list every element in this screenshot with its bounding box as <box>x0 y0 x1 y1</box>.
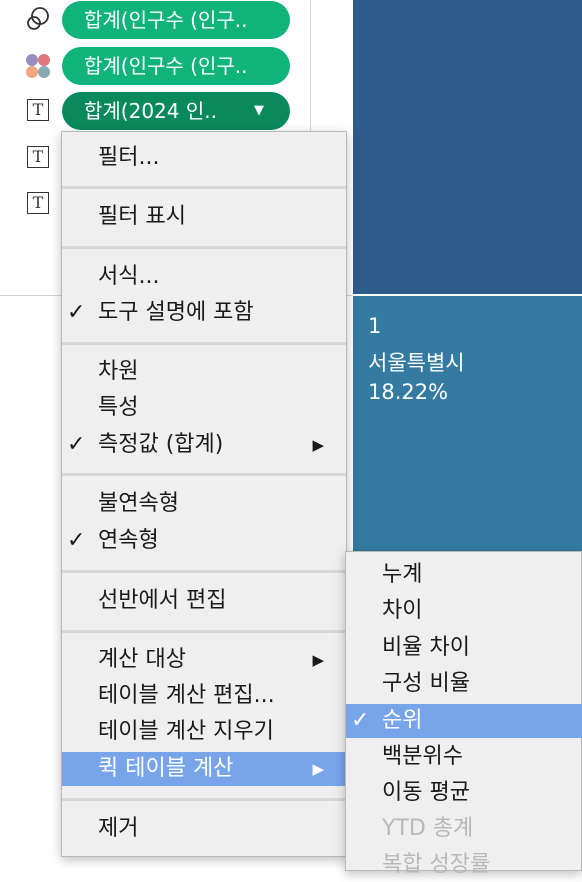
submenu-arrow-icon: ▶ <box>312 651 324 669</box>
submenu-arrow-icon: ▶ <box>312 436 324 454</box>
submenu-item-ytd-total: YTD 총계 <box>382 816 474 841</box>
submenu-arrow-icon: ▶ <box>312 760 324 778</box>
menu-separator <box>62 798 346 801</box>
submenu-item-running-total[interactable]: 누계 <box>346 558 582 592</box>
menu-item-attribute[interactable]: 특성 <box>62 391 346 425</box>
mark-pill-label: 합계(2024 인.. <box>84 99 217 123</box>
menu-item-label: 연속형 <box>98 528 159 553</box>
menu-separator <box>62 630 346 633</box>
treemap-block[interactable] <box>353 0 582 294</box>
menu-item-format[interactable]: 서식... <box>62 260 346 294</box>
menu-item-remove[interactable]: 제거 <box>62 812 346 846</box>
submenu-item-percent-of-total[interactable]: 구성 비율 <box>346 667 582 701</box>
menu-item-discrete[interactable]: 불연속형 <box>62 487 346 521</box>
text-icon[interactable]: T <box>24 96 52 124</box>
menu-item-label: 계산 대상 <box>98 647 186 672</box>
submenu-item-label: 순위 <box>382 708 423 733</box>
rank-label: 1 <box>368 314 382 338</box>
menu-item-label: 측정값 (합계) <box>98 432 224 457</box>
menu-item-label: 퀵 테이블 계산 <box>98 756 234 781</box>
menu-item-quick-table-calc[interactable]: 퀵 테이블 계산 ▶ <box>62 752 346 786</box>
menu-item-clear-table-calc[interactable]: 테이블 계산 지우기 <box>62 715 346 749</box>
menu-item-edit-table-calc[interactable]: 테이블 계산 편집... <box>62 679 346 713</box>
quick-table-calc-submenu: 누계 차이 비율 차이 구성 비율 ✓ 순위 백분위수 이동 평균 YTD 총계… <box>345 551 582 877</box>
color-icon[interactable] <box>24 52 52 80</box>
region-label: 서울특별시 <box>368 351 465 375</box>
detail-icon[interactable] <box>24 5 52 33</box>
checkmark-icon: ✓ <box>351 708 370 733</box>
menu-item-include-in-tooltip[interactable]: ✓ 도구 설명에 포함 <box>62 296 346 330</box>
submenu-item-rank[interactable]: ✓ 순위 <box>346 704 582 738</box>
submenu-item-moving-average[interactable]: 이동 평균 <box>346 776 582 810</box>
menu-item-compute-using[interactable]: 계산 대상 ▶ <box>62 643 346 677</box>
submenu-item-difference[interactable]: 차이 <box>346 594 582 628</box>
menu-item-label: 도구 설명에 포함 <box>98 300 254 325</box>
checkmark-icon: ✓ <box>67 300 86 325</box>
menu-separator <box>62 186 346 189</box>
menu-separator <box>62 570 346 573</box>
context-menu: 필터... 필터 표시 서식... ✓ 도구 설명에 포함 차원 특성 ✓ 측정… <box>61 131 347 857</box>
text-icon[interactable]: T <box>24 189 52 217</box>
menu-separator <box>62 473 346 476</box>
menu-item-measure[interactable]: ✓ 측정값 (합계) ▶ <box>62 428 346 462</box>
percent-label: 18.22% <box>368 380 449 404</box>
submenu-item-percent-difference[interactable]: 비율 차이 <box>346 631 582 665</box>
menu-separator <box>62 246 346 249</box>
checkmark-icon: ✓ <box>67 432 86 457</box>
menu-item-continuous[interactable]: ✓ 연속형 <box>62 524 346 558</box>
submenu-item-percentile[interactable]: 백분위수 <box>346 740 582 774</box>
submenu-item-compound-growth: 복합 성장률 <box>382 852 491 877</box>
checkmark-icon: ✓ <box>67 528 86 553</box>
menu-item-edit-in-shelf[interactable]: 선반에서 편집 <box>62 584 346 618</box>
mark-pill[interactable]: 합계(인구수 (인구.. <box>62 47 290 85</box>
text-icon[interactable]: T <box>24 143 52 171</box>
menu-separator <box>62 342 346 345</box>
menu-item-show-filter[interactable]: 필터 표시 <box>62 200 346 234</box>
chevron-down-icon[interactable]: ▼ <box>254 92 264 130</box>
mark-pill[interactable]: 합계(인구수 (인구.. <box>62 1 290 39</box>
menu-item-dimension[interactable]: 차원 <box>62 355 346 389</box>
menu-item-filter[interactable]: 필터... <box>62 141 346 175</box>
mark-pill-active[interactable]: 합계(2024 인.. ▼ <box>62 92 290 130</box>
